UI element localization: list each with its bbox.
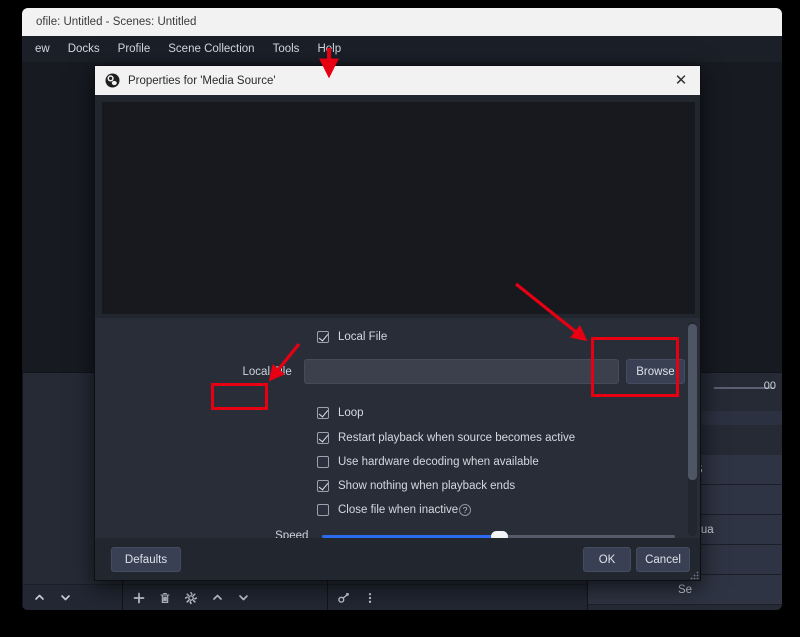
browse-button[interactable]: Browse (625, 359, 685, 384)
restart-playback-row[interactable]: Restart playback when source becomes act… (317, 432, 575, 444)
close-icon[interactable]: ✕ (668, 70, 694, 92)
loop-checkbox-label: Loop (338, 407, 364, 419)
hardware-decoding-label: Use hardware decoding when available (338, 456, 539, 468)
chevron-down-icon[interactable] (53, 587, 77, 609)
hardware-decoding-row[interactable]: Use hardware decoding when available (317, 456, 539, 468)
filter-icon[interactable] (332, 587, 356, 609)
cancel-button[interactable]: Cancel (636, 547, 690, 572)
sources-dock-toolbar (123, 584, 327, 610)
menu-item-docks[interactable]: Docks (59, 40, 109, 58)
properties-dialog: Properties for 'Media Source' ✕ Local Fi… (94, 65, 701, 581)
gear-icon[interactable] (179, 587, 203, 609)
trash-icon[interactable] (153, 587, 177, 609)
mixer-dock-toolbar (328, 584, 587, 610)
local-file-input-row: Local File Browse (215, 359, 685, 384)
help-icon[interactable]: ? (459, 504, 472, 516)
plus-icon[interactable] (127, 587, 151, 609)
kebab-menu-icon[interactable] (358, 587, 382, 609)
screenshot-root: ofile: Untitled - Scenes: Untitled ew Do… (0, 0, 800, 637)
restart-playback-checkbox[interactable] (317, 432, 329, 444)
scenes-dock-toolbar (23, 584, 122, 610)
menu-item-help[interactable]: Help (308, 40, 350, 58)
chevron-up-icon[interactable] (205, 587, 229, 609)
mixer-value: 00 (763, 380, 776, 392)
loop-checkbox[interactable] (317, 407, 329, 419)
chevron-up-icon[interactable] (27, 587, 51, 609)
ok-button[interactable]: OK (583, 547, 631, 572)
close-file-row[interactable]: Close file when inactive ? (317, 504, 472, 516)
obs-logo-icon (105, 73, 120, 88)
menu-item-scene-collection[interactable]: Scene Collection (159, 40, 263, 58)
menu-item-view[interactable]: ew (26, 40, 59, 58)
menu-item-tools[interactable]: Tools (264, 40, 309, 58)
local-file-checkbox[interactable] (317, 331, 329, 343)
show-nothing-checkbox[interactable] (317, 480, 329, 492)
menu-item-profile[interactable]: Profile (109, 40, 160, 58)
dialog-preview-canvas (102, 102, 695, 314)
restart-playback-label: Restart playback when source becomes act… (338, 432, 576, 444)
local-file-checkbox-label: Local File (338, 331, 388, 343)
dialog-titlebar[interactable]: Properties for 'Media Source' ✕ (95, 66, 700, 95)
show-nothing-row[interactable]: Show nothing when playback ends (317, 480, 515, 492)
local-file-checkbox-row[interactable]: Local File (317, 331, 387, 343)
hardware-decoding-checkbox[interactable] (317, 456, 329, 468)
local-file-field-label: Local File (242, 365, 292, 378)
dialog-title: Properties for 'Media Source' (128, 74, 276, 87)
chevron-down-icon[interactable] (231, 587, 255, 609)
close-file-label: Close file when inactive (338, 504, 459, 516)
close-file-checkbox[interactable] (317, 504, 329, 516)
show-nothing-label: Show nothing when playback ends (338, 480, 516, 492)
local-file-input[interactable] (303, 359, 619, 384)
dialog-form: Local File Local File Browse Loop Restar… (95, 318, 700, 540)
dialog-footer: Defaults OK Cancel (95, 538, 700, 580)
resize-grip-icon[interactable] (689, 567, 699, 580)
form-scrollbar-thumb[interactable] (688, 324, 697, 480)
loop-checkbox-row[interactable]: Loop (317, 407, 364, 419)
obs-menubar: ew Docks Profile Scene Collection Tools … (22, 36, 782, 62)
defaults-button[interactable]: Defaults (111, 547, 181, 572)
obs-window-titlebar: ofile: Untitled - Scenes: Untitled (22, 8, 782, 36)
obs-window-title: ofile: Untitled - Scenes: Untitled (36, 16, 197, 28)
